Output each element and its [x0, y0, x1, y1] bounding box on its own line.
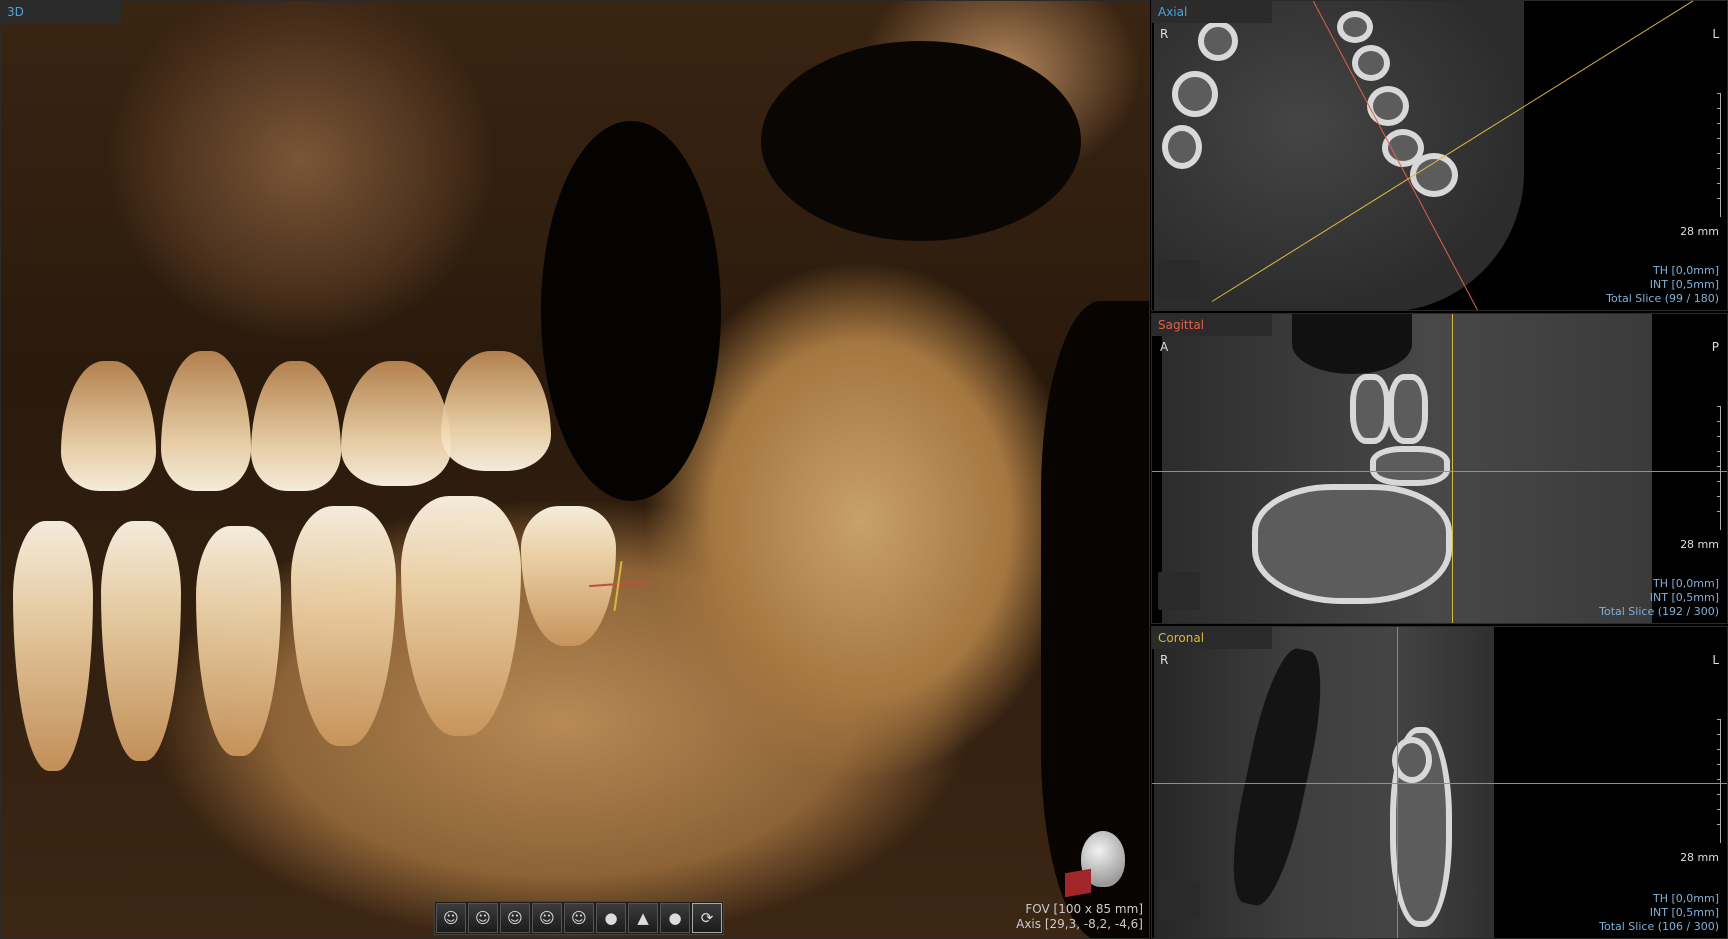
coronal-info: TH [0,0mm] INT [0,5mm] Total Slice (106 … [1599, 892, 1719, 934]
axial-slice-count: Total Slice (99 / 180) [1606, 292, 1719, 305]
anatomy-shadow [541, 121, 721, 501]
head-front-right-view-button[interactable]: ☺ [468, 903, 498, 933]
reset-rotation-icon: ⟳ [700, 909, 714, 927]
head-front-view-button[interactable]: ☺ [500, 903, 530, 933]
head-front-left-view-button[interactable]: ☺ [532, 903, 562, 933]
reset-rotation-button[interactable]: ⟳ [692, 903, 722, 933]
head-left-view-button[interactable]: ☺ [564, 903, 594, 933]
sagittal-airway [1292, 314, 1412, 374]
axial-tooth-section [1367, 86, 1409, 126]
anatomy-shadow [761, 41, 1081, 241]
head-left-view-icon: ☺ [571, 909, 587, 927]
coronal-tooth-section [1392, 737, 1432, 783]
sagittal-coronal-line [1452, 314, 1453, 623]
coronal-right-marker: L [1712, 653, 1719, 667]
tooth-render [61, 361, 156, 491]
orientation-head-icon[interactable] [1063, 831, 1133, 901]
head-front-left-view-icon: ☺ [539, 909, 555, 927]
axis-text: Axis [29,3, -8,2, -4,6] [1016, 917, 1143, 931]
3d-viewport[interactable]: 3D FOV [100 x 85 mm] Axis [29,3, -8,2, -… [0, 0, 1150, 939]
axial-thickness: TH [0,0mm] [1653, 264, 1719, 277]
3d-crosshair[interactable] [589, 561, 649, 621]
axial-tooth-section [1198, 21, 1238, 61]
axial-view-tab[interactable]: Axial [1152, 1, 1272, 23]
fov-info: FOV [100 x 85 mm] Axis [29,3, -8,2, -4,6… [1016, 902, 1143, 932]
sagittal-interval: INT [0,5mm] [1649, 591, 1719, 604]
head-back-view-icon: ● [604, 909, 618, 927]
head-bottom-view-icon: ● [668, 909, 682, 927]
head-back-view-button[interactable]: ● [596, 903, 626, 933]
sagittal-tooth-section [1350, 374, 1390, 444]
coronal-view-tab[interactable]: Coronal [1152, 627, 1272, 649]
tooth-render [196, 526, 281, 756]
sagittal-scale-label: 28 mm [1680, 538, 1719, 551]
sagittal-viewport[interactable]: Sagittal A P 28 mm TH [0,0mm] INT [0,5mm… [1151, 313, 1728, 624]
axial-tooth-section [1337, 11, 1373, 43]
axial-scale-label: 28 mm [1680, 225, 1719, 238]
tooth-render [161, 351, 251, 491]
sagittal-tooth-section [1370, 446, 1450, 486]
coronal-axial-line [1152, 783, 1727, 784]
fov-text: FOV [100 x 85 mm] [1025, 902, 1143, 916]
axial-tooth-section [1352, 45, 1390, 81]
head-front-right-view-icon: ☺ [475, 909, 491, 927]
axial-tooth-section [1410, 153, 1458, 197]
head-front-view-icon: ☺ [507, 909, 523, 927]
sagittal-right-marker: P [1711, 340, 1719, 354]
coronal-scale-label: 28 mm [1680, 851, 1719, 864]
coronal-viewport[interactable]: Coronal R L 28 mm TH [0,0mm] INT [0,5mm]… [1151, 626, 1728, 939]
head-top-view-icon: ▲ [637, 909, 649, 927]
axial-thumbnail[interactable] [1158, 260, 1200, 298]
sagittal-view-tab[interactable]: Sagittal [1152, 314, 1272, 336]
axial-info: TH [0,0mm] INT [0,5mm] Total Slice (99 /… [1606, 264, 1719, 306]
axial-tooth-section [1162, 125, 1202, 169]
coronal-thickness: TH [0,0mm] [1653, 892, 1719, 905]
head-right-view-icon: ☺ [443, 909, 459, 927]
axial-scale-ruler [1713, 93, 1721, 217]
view-orientation-toolbar: ☺ ☺ ☺ ☺ ☺ ● ▲ ● ⟳ [434, 901, 724, 935]
coronal-sagittal-line [1397, 627, 1398, 938]
axial-tooth-section [1172, 71, 1218, 117]
sagittal-scale-ruler [1713, 406, 1721, 530]
sagittal-slice-count: Total Slice (192 / 300) [1599, 605, 1719, 618]
coronal-thumbnail[interactable] [1158, 881, 1200, 919]
head-right-view-button[interactable]: ☺ [436, 903, 466, 933]
coronal-left-marker: R [1160, 653, 1169, 667]
tooth-render [441, 351, 551, 471]
sagittal-thickness: TH [0,0mm] [1653, 577, 1719, 590]
coronal-interval: INT [0,5mm] [1649, 906, 1719, 919]
sagittal-left-marker: A [1160, 340, 1169, 354]
axial-left-marker: R [1160, 27, 1169, 41]
tooth-render [291, 506, 396, 746]
head-top-view-button[interactable]: ▲ [628, 903, 658, 933]
sagittal-info: TH [0,0mm] INT [0,5mm] Total Slice (192 … [1599, 577, 1719, 619]
tooth-render [401, 496, 521, 736]
sagittal-thumbnail[interactable] [1158, 572, 1200, 610]
sagittal-axial-line [1152, 471, 1727, 472]
tooth-render [341, 361, 451, 486]
sagittal-mandible-section [1252, 484, 1452, 604]
sagittal-tooth-section [1388, 374, 1428, 444]
axial-interval: INT [0,5mm] [1649, 278, 1719, 291]
coronal-slice-count: Total Slice (106 / 300) [1599, 920, 1719, 933]
3d-view-tab[interactable]: 3D [1, 1, 121, 23]
tooth-render [251, 361, 341, 491]
tooth-render [101, 521, 181, 761]
coronal-scale-ruler [1713, 719, 1721, 843]
axial-viewport[interactable]: Axial R L 28 mm TH [0,0mm] INT [0,5mm] T… [1151, 0, 1728, 311]
axial-right-marker: L [1712, 27, 1719, 41]
head-bottom-view-button[interactable]: ● [660, 903, 690, 933]
tooth-render [13, 521, 93, 771]
